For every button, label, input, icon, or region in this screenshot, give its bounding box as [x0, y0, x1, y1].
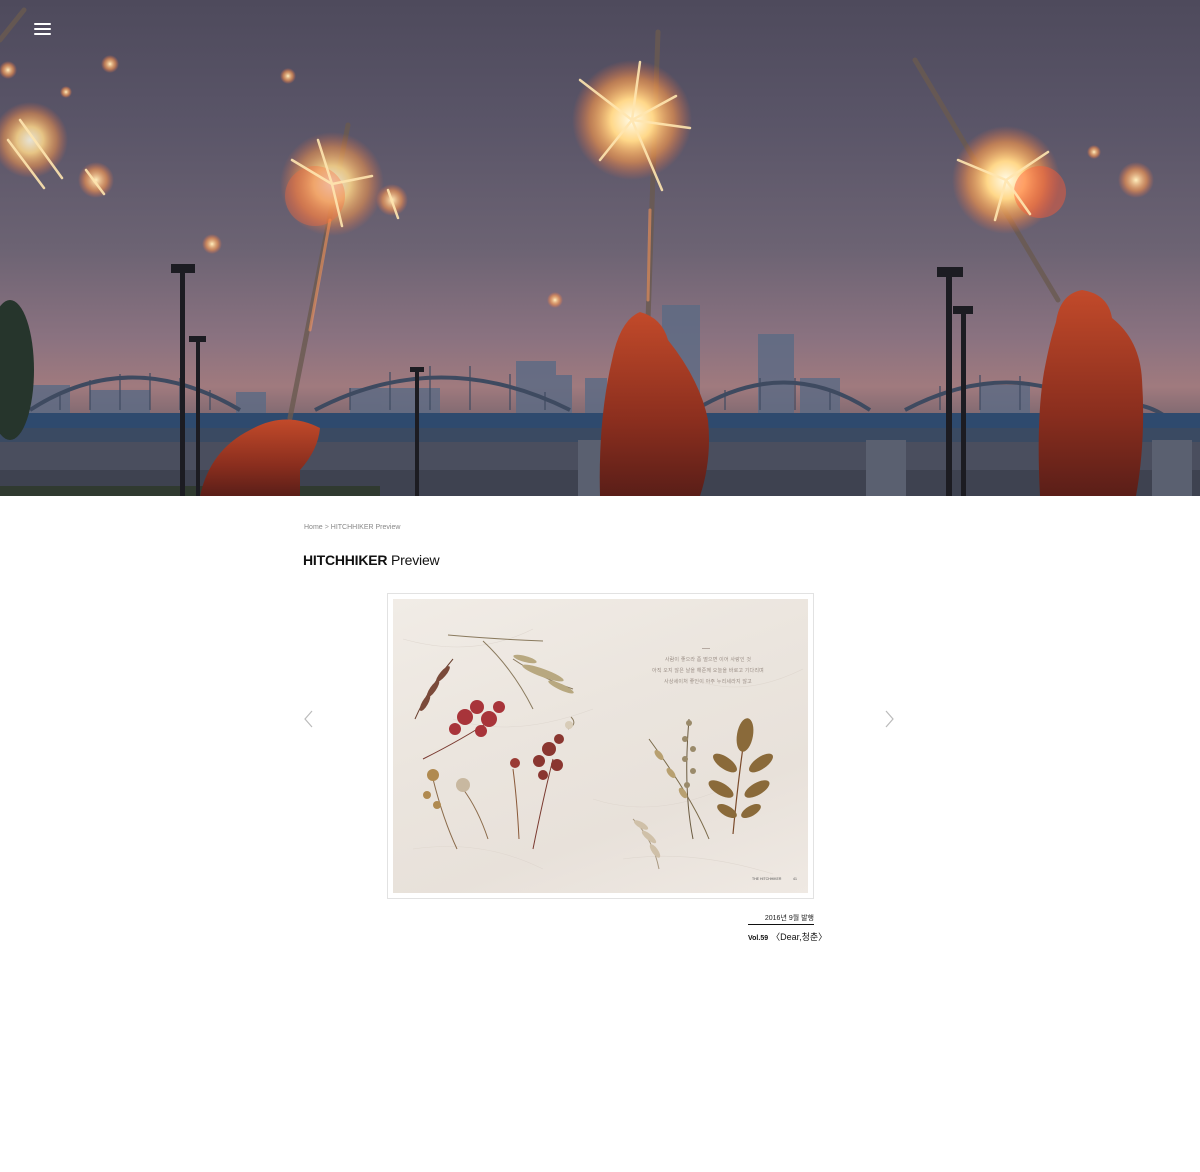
- poem-line: 사람이 좋으라 좀 떨으면 이어 사랑인 것: [664, 657, 752, 663]
- hamburger-menu-icon[interactable]: [34, 21, 52, 37]
- issue-volume: Vol.59: [748, 935, 769, 942]
- issue-divider: [748, 924, 814, 925]
- issue-name: 〈Dear,청춘〉: [771, 932, 828, 942]
- hero-banner: [0, 0, 1200, 496]
- breadcrumb-current: HITCHHIKER Preview: [330, 524, 401, 531]
- slide-poem: 사람이 좋으라 좀 떨으면 이어 사랑인 것 아직 오지 않은 날을 해준께 오…: [633, 655, 783, 688]
- poem-line: 아직 오지 않은 날을 해준께 오늘을 바로고 기다리며: [652, 668, 764, 674]
- chevron-left-icon[interactable]: [302, 709, 316, 729]
- page-title-light: Preview: [391, 552, 440, 568]
- magazine-logo: THE HITCHHIKER: [752, 877, 782, 881]
- page-title: HITCHHIKER Preview: [303, 552, 440, 568]
- poem-dash: [702, 648, 710, 649]
- breadcrumb: Home > HITCHHIKER Preview: [304, 524, 400, 531]
- magazine-page-number: 41: [793, 877, 797, 881]
- poem-line: 사상세이처 좋인이 아주 누리세라지 않고: [664, 679, 752, 685]
- issue-title: Vol.59 〈Dear,청춘〉: [748, 930, 827, 943]
- preview-slide[interactable]: 사람이 좋으라 좀 떨으면 이어 사랑인 것 아직 오지 않은 날을 해준께 오…: [387, 593, 814, 899]
- hero-image: [0, 7, 1200, 496]
- page-title-strong: HITCHHIKER: [303, 552, 388, 568]
- magazine-spread-image: 사람이 좋으라 좀 떨으면 이어 사랑인 것 아직 오지 않은 날을 해준께 오…: [393, 599, 808, 893]
- chevron-right-icon[interactable]: [882, 709, 896, 729]
- breadcrumb-separator: >: [324, 524, 329, 531]
- pressed-flowers-illustration: [402, 628, 804, 875]
- breadcrumb-home-link[interactable]: Home: [304, 524, 323, 531]
- issue-date: 2016년 9월 발행: [764, 915, 814, 922]
